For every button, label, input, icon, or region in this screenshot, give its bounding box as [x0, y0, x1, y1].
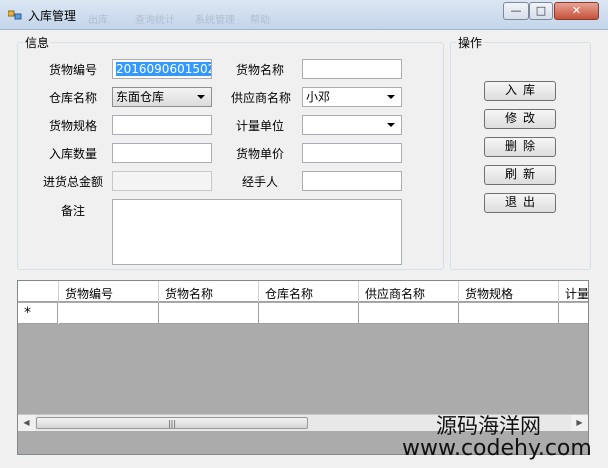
scroll-left-icon[interactable]: ◀ — [18, 415, 35, 431]
spec-label: 货物规格 — [49, 119, 98, 133]
handler-field[interactable] — [302, 171, 402, 191]
grid-corner-header[interactable] — [18, 281, 59, 302]
app-icon — [8, 10, 22, 20]
item-name-label: 货物名称 — [236, 63, 285, 77]
ghost-menu-item: 出库 — [88, 15, 108, 26]
warehouse-value: 东面仓库 — [116, 90, 165, 104]
minimize-button[interactable]: — — [503, 2, 529, 20]
quantity-label: 入库数量 — [49, 147, 98, 161]
ghost-menu-item: 帮助 — [250, 15, 270, 26]
chevron-down-icon — [197, 95, 205, 99]
grid-cell[interactable] — [359, 303, 459, 324]
supplier-value: 小邓 — [306, 90, 331, 104]
total-label: 进货总金额 — [43, 175, 104, 189]
ghost-menu-item: 系统管理 — [195, 15, 235, 26]
supplier-select[interactable]: 小邓 — [302, 87, 402, 107]
window-title: 入库管理 — [28, 9, 77, 23]
maximize-button[interactable]: □ — [529, 2, 553, 20]
title-bar: 入库管理 出库 查询统计 系统管理 帮助 — □ ✕ — [0, 0, 608, 30]
ops-legend: 操作 — [456, 34, 485, 51]
column-header[interactable]: 货物规格 — [459, 281, 559, 302]
grid-header-row: 货物编号 货物名称 仓库名称 供应商名称 货物规格 计量 — [18, 281, 588, 302]
ghost-menu-item: 查询统计 — [135, 15, 175, 26]
unit-price-field[interactable] — [302, 143, 402, 163]
handler-label: 经手人 — [242, 175, 279, 189]
scroll-right-icon[interactable]: ▶ — [571, 415, 588, 431]
grid-cell[interactable] — [459, 303, 559, 324]
refresh-button[interactable]: 刷新 — [484, 165, 556, 185]
close-button[interactable]: ✕ — [554, 2, 599, 20]
item-name-field[interactable] — [302, 59, 402, 79]
grid-cell[interactable] — [259, 303, 359, 324]
exit-button[interactable]: 退出 — [484, 193, 556, 213]
item-code-label: 货物编号 — [49, 63, 98, 77]
delete-button[interactable]: 删除 — [484, 137, 556, 157]
quantity-field[interactable] — [112, 143, 212, 163]
scrollbar-thumb[interactable]: ||| — [36, 417, 308, 429]
column-header[interactable]: 货物名称 — [159, 281, 259, 302]
grid-cell[interactable] — [159, 303, 259, 324]
chevron-down-icon — [387, 123, 395, 127]
spec-field[interactable] — [112, 115, 212, 135]
new-row-marker[interactable]: * — [18, 303, 58, 324]
item-code-field[interactable]: 20160906015020 — [112, 59, 212, 79]
grid-cell[interactable] — [559, 303, 588, 324]
grid-cell[interactable] — [59, 303, 159, 324]
watermark-url: www.codehy.com — [402, 436, 592, 461]
column-header[interactable]: 计量 — [559, 281, 588, 302]
stock-in-button[interactable]: 入库 — [484, 81, 556, 101]
column-header[interactable]: 仓库名称 — [259, 281, 359, 302]
edit-button[interactable]: 修改 — [484, 109, 556, 129]
warehouse-label: 仓库名称 — [49, 91, 98, 105]
total-field — [112, 171, 212, 191]
unit-price-label: 货物单价 — [236, 147, 285, 161]
column-header[interactable]: 货物编号 — [59, 281, 159, 302]
chevron-down-icon — [387, 95, 395, 99]
table-row[interactable]: * — [18, 303, 588, 324]
item-code-value: 20160906015020 — [116, 62, 211, 76]
unit-label: 计量单位 — [236, 119, 285, 133]
supplier-label: 供应商名称 — [231, 91, 292, 105]
unit-select[interactable] — [302, 115, 402, 135]
remark-label: 备注 — [61, 204, 86, 218]
warehouse-select[interactable]: 东面仓库 — [112, 87, 212, 107]
info-legend: 信息 — [23, 34, 52, 51]
column-header[interactable]: 供应商名称 — [359, 281, 459, 302]
remark-textarea[interactable] — [112, 199, 402, 265]
